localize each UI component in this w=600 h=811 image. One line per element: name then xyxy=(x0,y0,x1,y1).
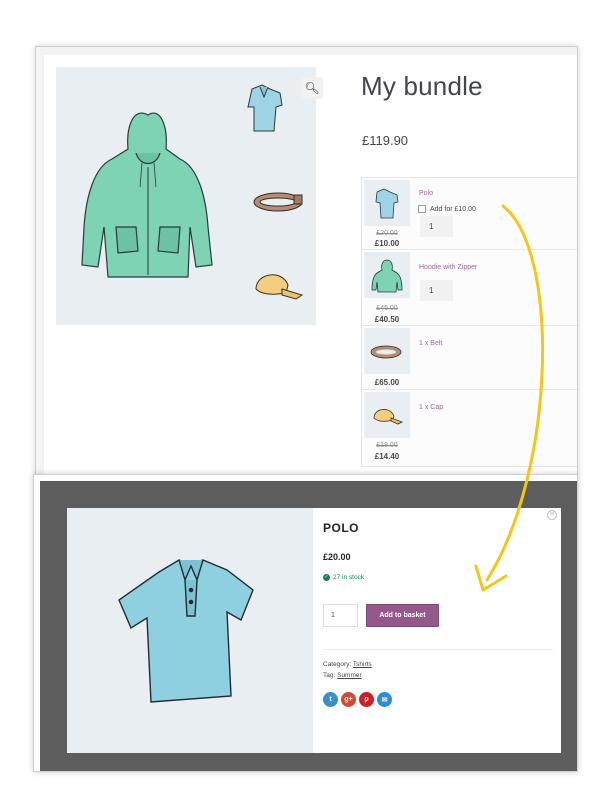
bundle-row-belt: £65.00 1 x Belt xyxy=(362,326,577,390)
google-plus-icon[interactable]: g+ xyxy=(341,692,356,707)
close-icon[interactable]: ✕ xyxy=(547,510,557,520)
polo-add-option[interactable]: Add for £10.00 xyxy=(418,205,476,213)
tag-link[interactable]: Summer xyxy=(337,672,362,679)
modal-overlay[interactable]: ✕ POLO £20.00 ✓ 27 in stock Add to baske… xyxy=(40,481,577,771)
polo-add-label: Add for £10.00 xyxy=(430,205,476,213)
cap-thumb-image xyxy=(373,409,404,425)
polo-thumb-image xyxy=(375,188,399,219)
hoodie-quantity-input[interactable] xyxy=(420,280,453,301)
bundle-row-hoodie: £45.00 £40.50 Hoodie with Zipper xyxy=(362,250,577,326)
email-icon[interactable]: ✉ xyxy=(377,692,392,707)
category-link[interactable]: Tshirts xyxy=(353,661,372,668)
cap-price: £14.40 xyxy=(374,452,400,461)
category-label: Category: xyxy=(323,661,352,668)
belt-thumbnail[interactable] xyxy=(364,328,410,374)
polo-thumbnail[interactable] xyxy=(364,180,410,226)
quick-view-window: ✕ POLO £20.00 ✓ 27 in stock Add to baske… xyxy=(33,474,578,772)
quick-view-price: £20.00 xyxy=(323,552,351,562)
hoodie-old-price: £45.00 xyxy=(376,305,398,312)
cap-old-price: £18.00 xyxy=(376,442,398,449)
product-gallery[interactable] xyxy=(56,67,316,325)
quick-view-title: POLO xyxy=(323,521,360,535)
twitter-icon[interactable]: t xyxy=(323,692,338,707)
belt-name-link[interactable]: 1 x Belt xyxy=(419,340,442,347)
belt-thumb-image xyxy=(253,192,303,212)
hoodie-thumb-image xyxy=(371,259,403,293)
belt-price: £65.00 xyxy=(374,378,400,387)
cap-name-link[interactable]: 1 x Cap xyxy=(419,404,443,411)
add-to-basket-button[interactable]: Add to basket xyxy=(366,604,439,627)
bundle-illustration xyxy=(81,84,304,300)
bundle-row-polo: £20.00 £10.00 Polo Add for £10.00 xyxy=(362,178,577,250)
divider xyxy=(323,649,553,650)
quantity-input[interactable] xyxy=(323,604,358,627)
polo-quantity-input[interactable] xyxy=(420,216,453,237)
bundle-row-cap: £18.00 £14.40 1 x Cap xyxy=(362,390,577,466)
polo-old-price: £20.00 xyxy=(376,230,398,237)
polo-thumb-image xyxy=(247,84,283,132)
cap-thumbnail[interactable] xyxy=(364,392,410,438)
polo-add-checkbox[interactable] xyxy=(418,205,426,213)
cap-thumb-image xyxy=(255,274,304,300)
stock-status: ✓ 27 in stock xyxy=(323,574,364,581)
belt-thumb-image xyxy=(370,345,402,359)
quick-view-modal: ✕ POLO £20.00 ✓ 27 in stock Add to baske… xyxy=(67,508,561,753)
product-title: My bundle xyxy=(361,71,483,101)
product-page-window: 🔍︎ My bundle £119.90 £20.00 £10.00 Polo … xyxy=(35,46,578,476)
polo-name-link[interactable]: Polo xyxy=(419,190,433,197)
hoodie-price: £40.50 xyxy=(374,315,400,324)
product-price: £119.90 xyxy=(362,133,409,148)
hoodie-thumbnail[interactable] xyxy=(364,252,410,298)
tag-meta: Tag: Summer xyxy=(323,672,362,679)
zoom-button[interactable]: 🔍︎ xyxy=(301,77,323,99)
hoodie-image xyxy=(81,112,213,278)
tag-label: Tag: xyxy=(323,672,336,679)
magnifier-plus-icon: 🔍︎ xyxy=(304,81,320,95)
quick-view-image xyxy=(67,508,313,753)
category-meta: Category: Tshirts xyxy=(323,661,372,668)
pinterest-icon[interactable]: p xyxy=(359,692,374,707)
check-icon: ✓ xyxy=(323,574,330,581)
hoodie-name-link[interactable]: Hoodie with Zipper xyxy=(419,264,477,271)
polo-price: £10.00 xyxy=(374,239,400,248)
stock-text: 27 in stock xyxy=(333,574,365,581)
bundle-items-list: £20.00 £10.00 Polo Add for £10.00 £45.00… xyxy=(361,177,577,467)
share-icons: t g+ p ✉ xyxy=(323,692,392,707)
product-page: 🔍︎ My bundle £119.90 £20.00 £10.00 Polo … xyxy=(44,55,577,475)
polo-large-image xyxy=(118,559,254,703)
